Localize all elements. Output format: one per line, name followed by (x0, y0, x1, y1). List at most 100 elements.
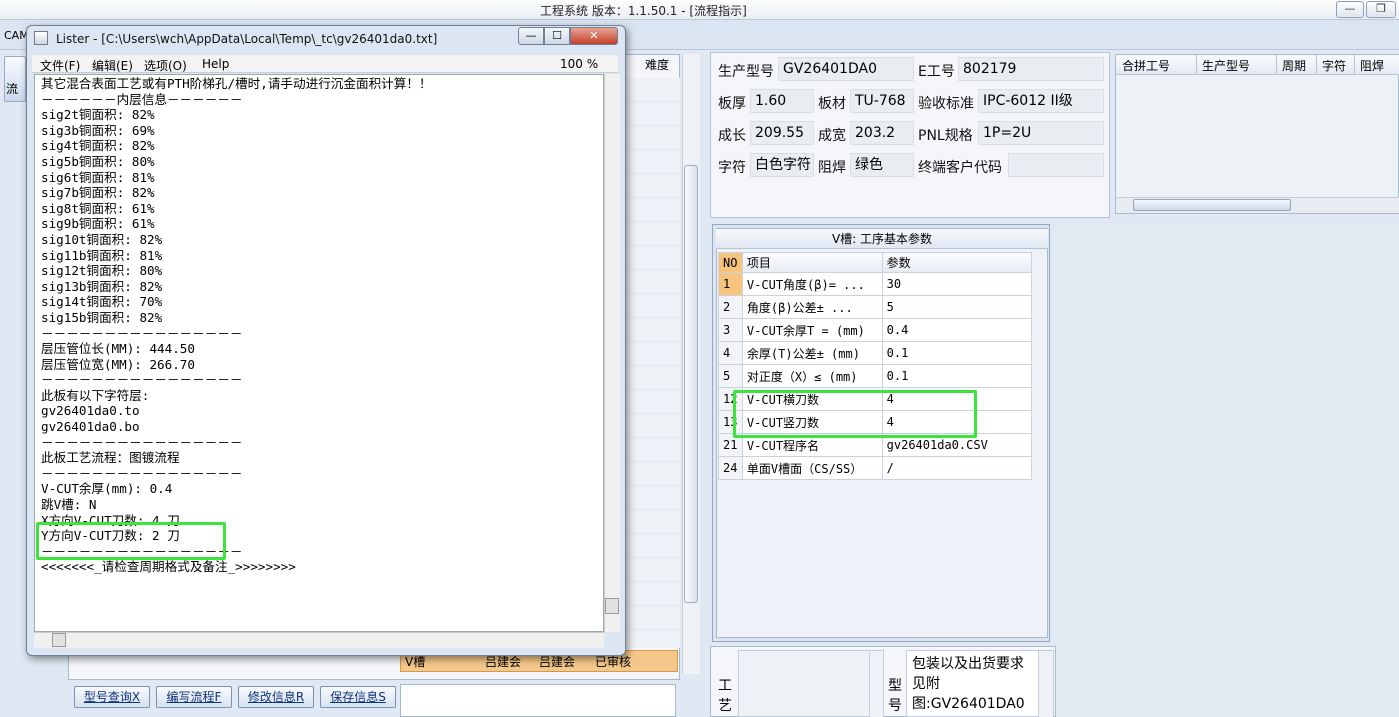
bottom-note-box[interactable] (400, 684, 676, 717)
menu-options[interactable]: 选项(O) (144, 57, 187, 74)
lister-line: sig14t铜面积: 70% (41, 294, 163, 310)
row-value[interactable]: 30 (881, 272, 1033, 296)
row-no: 3 (718, 318, 743, 342)
process-note-box[interactable] (738, 650, 884, 717)
row-item: 余厚(T)公差± (mm) (741, 341, 883, 365)
row-item: V-CUT余厚T = (mm) (741, 318, 883, 342)
lister-line: －－－－－－－－－－－－－－－－ (41, 372, 243, 388)
side-tab-label: 流 (6, 82, 19, 96)
material-label: 板材 (818, 96, 846, 112)
customer-code-label: 终端客户代码 (918, 160, 1002, 176)
lister-line: sig15b铜面积: 82% (41, 309, 163, 325)
table-row[interactable]: 3 V-CUT余厚T = (mm) 0.4 (718, 318, 1033, 342)
model-field[interactable]: GV26401DA0 (778, 57, 914, 81)
edit-flow-button[interactable]: 编写流程F (156, 686, 232, 708)
row-value[interactable]: 0.1 (881, 364, 1033, 388)
row-item: V-CUT角度(β)= ... (741, 272, 883, 296)
column-header-difficulty[interactable]: 难度 (645, 56, 681, 74)
merge-grid-hscroll-thumb[interactable] (1133, 199, 1291, 211)
row-value[interactable]: 0.1 (881, 341, 1033, 365)
lister-line: sig3b铜面积: 69% (41, 122, 155, 138)
table-row[interactable]: 5 对正度（X）≤ (mm) 0.1 (718, 364, 1033, 388)
lister-line: sig12t铜面积: 80% (41, 263, 163, 279)
lister-hscrollbar[interactable] (34, 632, 604, 648)
lister-vscrollbar[interactable] (604, 74, 620, 632)
row-value[interactable]: 5 (881, 295, 1033, 319)
vgroove-col-item[interactable]: 项目 (741, 252, 883, 273)
row-item: 对正度（X）≤ (mm) (741, 364, 883, 388)
merge-col-period[interactable]: 周期 (1282, 57, 1306, 74)
lister-line: －－－－－－－－－－－－－－－－ (41, 325, 243, 341)
lister-line: sig6t铜面积: 81% (41, 169, 155, 185)
lister-hscroll-thumb[interactable] (52, 633, 66, 647)
lister-line: sig2t铜面积: 82% (41, 107, 155, 123)
vgroove-col-no[interactable]: NO (718, 252, 743, 273)
material-field[interactable]: TU-768 (850, 89, 914, 113)
table-row[interactable]: 2 角度(β)公差± ... 5 (718, 295, 1033, 319)
model-query-button[interactable]: 型号查询X (74, 686, 150, 708)
app-restore-button[interactable]: ❐ (1366, 1, 1396, 18)
character-label: 字符 (718, 160, 746, 176)
app-minimize-button[interactable]: — (1336, 1, 1364, 18)
process-label: 工艺 (718, 678, 732, 714)
customer-code-field[interactable] (1008, 153, 1104, 177)
table-row[interactable]: 24 单面V槽面（CS/SS） / (718, 456, 1033, 480)
merge-divider (1196, 55, 1197, 75)
pnl-field[interactable]: 1P=2U (978, 121, 1104, 145)
menu-edit[interactable]: 编辑(E) (92, 57, 133, 74)
thickness-label: 板厚 (718, 96, 746, 112)
row-no: 4 (718, 341, 743, 365)
lister-vscroll-thumb[interactable] (605, 598, 619, 614)
lister-line: sig8t铜面积: 61% (41, 200, 155, 216)
flow-list-scroll-thumb[interactable] (684, 165, 698, 603)
highlight-vcut-counts (733, 390, 977, 438)
standard-field[interactable]: IPC-6012 II级 (978, 89, 1104, 113)
table-row[interactable]: 1 V-CUT角度(β)= ... 30 (718, 272, 1033, 296)
lister-line: <<<<<<<_请检查周期格式及备注_>>>>>>>> (41, 559, 296, 575)
lister-line: 跳V槽: N (41, 497, 97, 513)
row-value[interactable]: 0.4 (881, 318, 1033, 342)
vgroove-panel-title: V槽: 工序基本参数 (716, 229, 1048, 249)
row-no: 1 (718, 272, 743, 296)
lister-minimize-button[interactable]: — (518, 27, 544, 45)
lister-content: 其它混合表面工艺或有PTH阶梯孔/槽时,请手动进行沉金面积计算！！ －－－－－－内… (41, 76, 432, 575)
merge-col-mask[interactable]: 阻焊 (1360, 57, 1384, 74)
lister-line: －－－－－－内层信息－－－－－－ (41, 91, 243, 107)
lister-line: sig13b铜面积: 82% (41, 278, 163, 294)
right-blank-area (1056, 224, 1399, 717)
merge-col-job[interactable]: 合拼工号 (1122, 57, 1170, 74)
zoom-level: 100 % (560, 57, 599, 71)
lister-line: sig11b铜面积: 81% (41, 247, 163, 263)
vgroove-col-param[interactable]: 参数 (881, 252, 1033, 273)
lister-line: 此板有以下字符层: (41, 387, 150, 403)
merge-col-char[interactable]: 字符 (1322, 57, 1346, 74)
merge-col-model[interactable]: 生产型号 (1202, 57, 1250, 74)
model-label: 生产型号 (718, 64, 774, 80)
e-number-field[interactable]: 802179 (958, 57, 1104, 81)
lister-line: －－－－－－－－－－－－－－－－ (41, 434, 243, 450)
process-note-scrollbar[interactable] (869, 651, 883, 717)
length-field[interactable]: 209.55 (750, 121, 814, 145)
soldermask-field[interactable]: 绿色 (850, 153, 914, 177)
packing-note-scrollbar[interactable] (1038, 651, 1053, 717)
row-item: 单面V槽面（CS/SS） (741, 456, 883, 480)
menu-file[interactable]: 文件(F) (40, 57, 80, 74)
lister-close-button[interactable]: ✕ (570, 27, 618, 45)
lister-title: Lister - [C:\Users\wch\AppData\Local\Tem… (56, 32, 438, 46)
menu-help[interactable]: Help (202, 57, 229, 71)
flow-list-rows (624, 78, 680, 648)
packing-note-text: 包装以及出货要求见附图:GV26401DA0 (912, 656, 1025, 712)
save-info-button[interactable]: 保存信息S (320, 686, 396, 708)
lister-line: sig10t铜面积: 82% (41, 231, 163, 247)
merge-grid (1115, 54, 1399, 214)
table-row[interactable]: 4 余厚(T)公差± (mm) 0.1 (718, 341, 1033, 365)
model-note-label: 型号 (888, 678, 902, 714)
modify-info-button[interactable]: 修改信息R (238, 686, 314, 708)
thickness-field[interactable]: 1.60 (750, 89, 814, 113)
highlight-vcut-direction (36, 522, 226, 560)
character-field[interactable]: 白色字符 (750, 153, 814, 177)
lister-maximize-button[interactable]: ☐ (544, 27, 570, 45)
width-field[interactable]: 203.2 (850, 121, 914, 145)
lister-line: sig7b铜面积: 82% (41, 185, 155, 201)
row-value[interactable]: / (881, 456, 1033, 480)
